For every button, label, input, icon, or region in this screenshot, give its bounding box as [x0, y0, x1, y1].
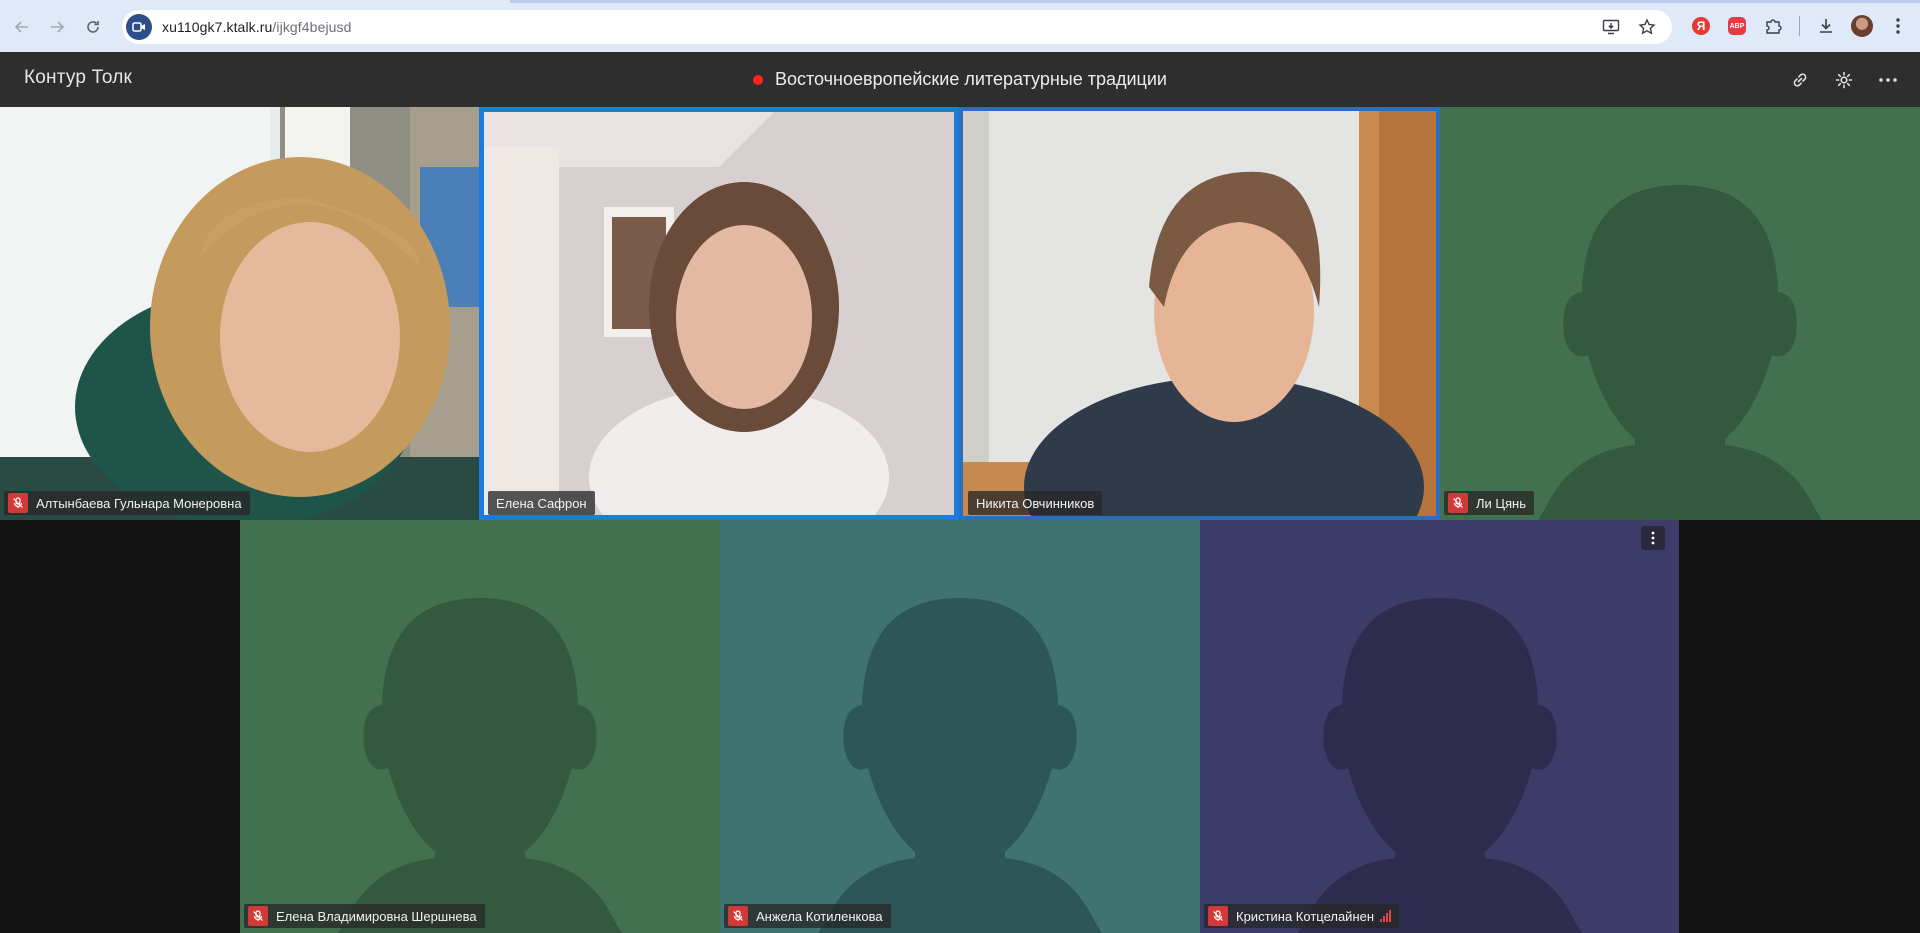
- participant-name-tag: Кристина Котцелайнен: [1204, 904, 1400, 928]
- participant-name: Елена Владимировна Шершнева: [276, 908, 477, 924]
- url-host: xu110gk7.ktalk.ru: [162, 19, 273, 35]
- participant-name: Алтынбаева Гульнара Монеровна: [36, 495, 242, 511]
- participant-name-tag: Анжела Котиленкова: [724, 904, 891, 928]
- downloads-icon[interactable]: [1812, 10, 1840, 42]
- profile-avatar[interactable]: [1848, 10, 1876, 42]
- more-icon[interactable]: [1870, 62, 1906, 98]
- adblock-extension-icon[interactable]: ABP: [1723, 10, 1751, 42]
- url-text[interactable]: xu110gk7.ktalk.ru/ijkgf4bejusd: [162, 19, 352, 35]
- participant-video: [0, 107, 479, 520]
- back-icon[interactable]: [5, 10, 39, 44]
- participant-name: Ли Цянь: [1476, 495, 1527, 511]
- default-avatar-silhouette: [1538, 185, 1822, 520]
- participant-tile[interactable]: Елена Владимировна Шершнева: [240, 520, 720, 933]
- browser-menu-icon[interactable]: [1884, 10, 1912, 42]
- app-logo[interactable]: Контур Толк: [24, 67, 132, 89]
- microphone-muted-icon: [728, 906, 748, 926]
- microphone-muted-icon: [248, 906, 268, 926]
- participant-tile[interactable]: Кристина Котцелайнен: [1200, 520, 1679, 933]
- participant-name-tag: Елена Сафрон: [488, 491, 595, 515]
- participant-tile[interactable]: Анжела Котиленкова: [720, 520, 1200, 933]
- bookmark-star-icon[interactable]: [1634, 14, 1660, 40]
- default-avatar-silhouette: [338, 598, 622, 933]
- meeting-header: Контур Толк Восточноевропейские литерату…: [0, 52, 1920, 107]
- participant-tile[interactable]: Елена Сафрон: [479, 107, 959, 520]
- yandex-extension-icon[interactable]: Я: [1687, 10, 1715, 42]
- recording-indicator: [753, 74, 763, 85]
- toolbar-divider: [1799, 16, 1800, 36]
- site-info-icon[interactable]: [126, 14, 152, 40]
- default-avatar-silhouette: [818, 598, 1102, 933]
- participant-tile[interactable]: Ли Цянь: [1440, 107, 1920, 520]
- participant-name-tag: Никита Овчинников: [968, 491, 1103, 515]
- profile-avatar-image: [1851, 15, 1873, 37]
- adblock-extension-label: ABP: [1728, 17, 1746, 35]
- microphone-muted-icon: [1448, 493, 1468, 513]
- participant-tile[interactable]: Алтынбаева Гульнара Монеровна: [0, 107, 479, 520]
- participant-tile[interactable]: Никита Овчинников: [959, 107, 1440, 520]
- weak-connection-icon: [1380, 910, 1392, 922]
- address-bar[interactable]: xu110gk7.ktalk.ru/ijkgf4bejusd: [122, 10, 1672, 44]
- forward-icon[interactable]: [40, 10, 74, 44]
- copy-link-icon[interactable]: [1782, 62, 1818, 98]
- participant-video: [479, 107, 959, 520]
- default-avatar-silhouette: [1297, 598, 1582, 933]
- participant-name: Кристина Котцелайнен: [1236, 908, 1375, 924]
- participant-name-tag: Елена Владимировна Шершнева: [244, 904, 485, 928]
- tab-strip-shade: [510, 0, 1920, 3]
- extensions-puzzle-icon[interactable]: [1759, 10, 1787, 42]
- meeting-title: Восточноевропейские литературные традици…: [775, 69, 1167, 89]
- participant-video: [959, 107, 1440, 520]
- yandex-extension-label: Я: [1692, 17, 1710, 35]
- participant-name-tag: Алтынбаева Гульнара Монеровна: [4, 491, 250, 515]
- install-app-icon[interactable]: [1598, 14, 1624, 40]
- participant-name: Елена Сафрон: [496, 495, 587, 511]
- more-vertical-icon[interactable]: [1641, 526, 1665, 550]
- microphone-muted-icon: [1208, 906, 1228, 926]
- url-path: /ijkgf4bejusd: [272, 19, 352, 35]
- participant-name-tag: Ли Цянь: [1444, 491, 1535, 515]
- microphone-muted-icon: [8, 493, 28, 513]
- browser-toolbar: xu110gk7.ktalk.ru/ijkgf4bejusd Я ABP: [0, 0, 1920, 52]
- participant-name: Никита Овчинников: [976, 495, 1095, 511]
- reload-icon[interactable]: [76, 10, 110, 44]
- tab-strip: [0, 0, 1920, 10]
- settings-icon[interactable]: [1826, 62, 1862, 98]
- participant-name: Анжела Котиленкова: [756, 908, 883, 924]
